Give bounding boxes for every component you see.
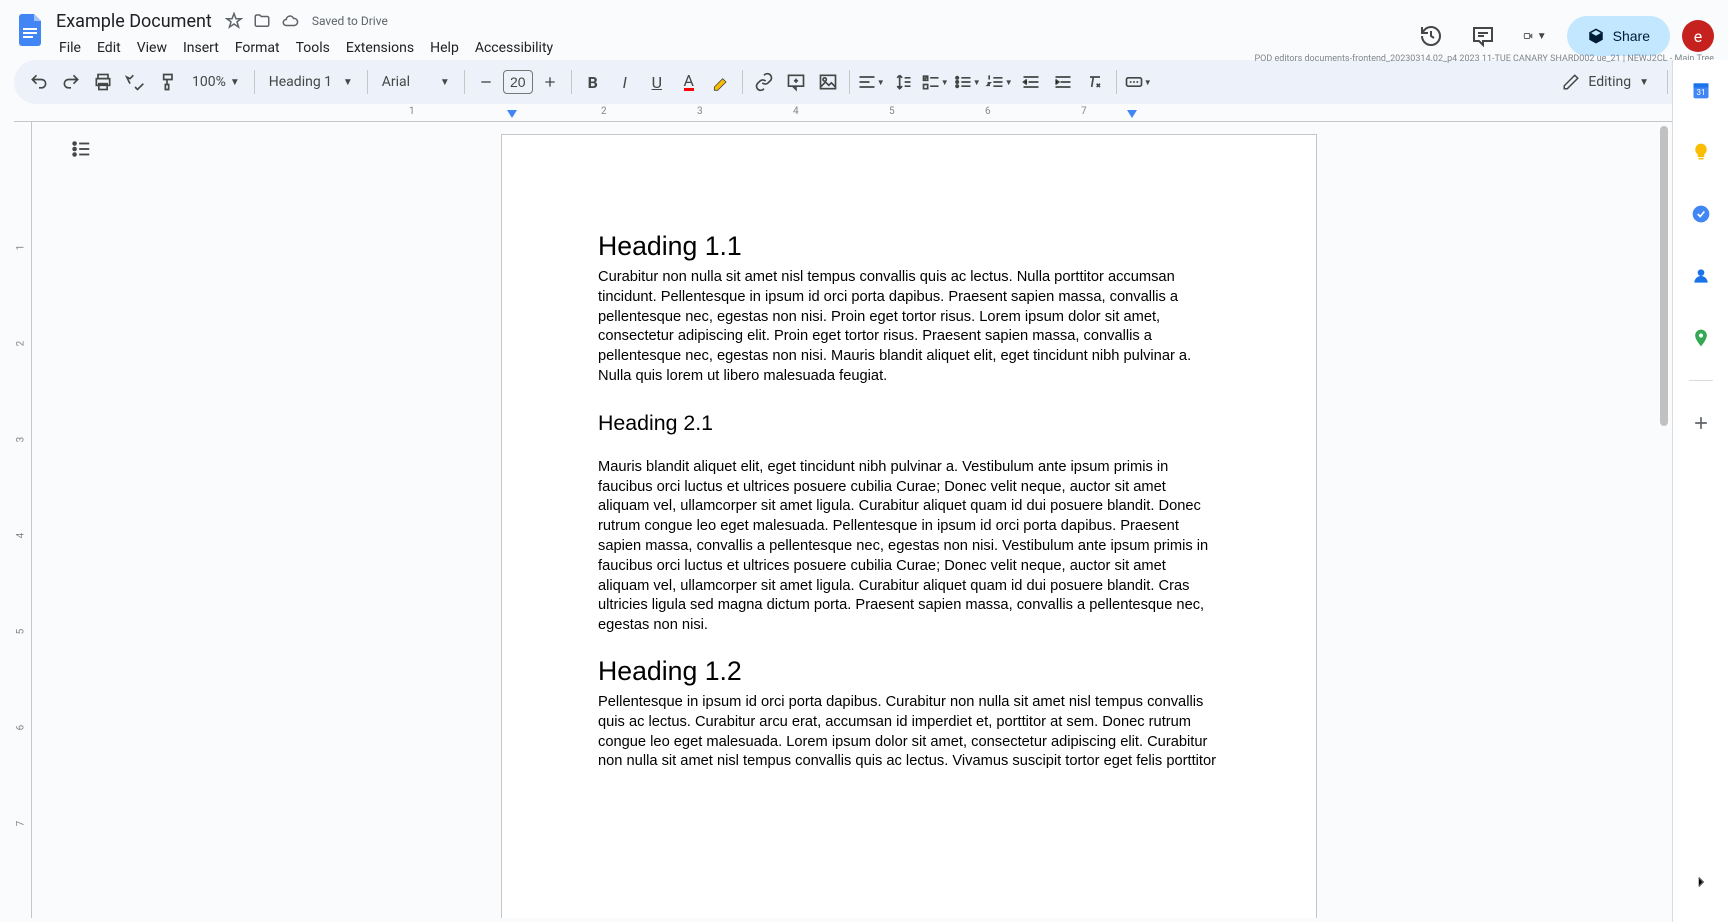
chevron-down-icon: ▼ xyxy=(973,78,981,87)
editing-mode-select[interactable]: Editing ▼ xyxy=(1550,69,1661,95)
checklist-button[interactable]: ▼ xyxy=(920,67,950,97)
hide-side-panel-icon[interactable] xyxy=(1681,862,1721,902)
heading-1[interactable]: Heading 1.2 xyxy=(598,656,1220,687)
chevron-down-icon: ▼ xyxy=(1144,78,1152,87)
menu-help[interactable]: Help xyxy=(423,36,466,60)
body-paragraph[interactable]: Mauris blandit aliquet elit, eget tincid… xyxy=(598,458,1220,636)
ruler-number: 7 xyxy=(1081,106,1087,117)
spellcheck-button[interactable] xyxy=(120,67,150,97)
bold-button[interactable]: B xyxy=(578,67,608,97)
menu-file[interactable]: File xyxy=(52,36,88,60)
comments-icon[interactable] xyxy=(1463,16,1503,56)
highlight-button[interactable] xyxy=(706,67,736,97)
menu-accessibility[interactable]: Accessibility xyxy=(468,36,560,60)
underline-button[interactable]: U xyxy=(642,67,672,97)
vertical-ruler[interactable]: 1 2 3 4 5 6 7 xyxy=(14,122,32,918)
text-color-button[interactable]: A xyxy=(674,67,704,97)
document-title[interactable]: Example Document xyxy=(52,9,216,34)
ruler-number: 3 xyxy=(697,106,703,117)
italic-button[interactable]: I xyxy=(610,67,640,97)
bullet-list-button[interactable]: ▼ xyxy=(952,67,982,97)
font-select[interactable]: Arial ▼ xyxy=(374,70,458,94)
star-icon[interactable] xyxy=(224,11,244,31)
contacts-icon[interactable] xyxy=(1681,256,1721,296)
svg-text:31: 31 xyxy=(1696,88,1705,98)
share-label: Share xyxy=(1613,28,1650,44)
meet-button[interactable]: ▼ xyxy=(1515,16,1555,56)
ruler-number: 5 xyxy=(889,106,895,117)
paragraph-style-select[interactable]: Heading 1 ▼ xyxy=(261,70,361,94)
zoom-value: 100% xyxy=(192,74,226,90)
menu-view[interactable]: View xyxy=(130,36,174,60)
history-icon[interactable] xyxy=(1411,16,1451,56)
chevron-down-icon: ▼ xyxy=(877,78,885,87)
insert-comment-button[interactable] xyxy=(781,67,811,97)
scrollbar[interactable] xyxy=(1660,126,1668,922)
toolbar: 100%▼ Heading 1▼ Arial▼ B I U A ▼ ▼ ▼ ▼ … xyxy=(14,60,1714,104)
cloud-saved-icon[interactable] xyxy=(280,11,300,31)
font-size-increase[interactable] xyxy=(535,67,565,97)
docs-logo[interactable] xyxy=(12,12,48,48)
debug-info: POD editors documents-frontend_20230314.… xyxy=(1255,54,1715,64)
page[interactable]: Heading 1.1 Curabitur non nulla sit amet… xyxy=(501,134,1317,918)
font-size-decrease[interactable] xyxy=(471,67,501,97)
zoom-select[interactable]: 100% ▼ xyxy=(184,70,248,94)
keep-icon[interactable] xyxy=(1681,132,1721,172)
indent-increase-button[interactable] xyxy=(1048,67,1078,97)
chevron-down-icon: ▼ xyxy=(230,77,240,88)
user-avatar[interactable]: e xyxy=(1682,20,1714,52)
undo-button[interactable] xyxy=(24,67,54,97)
editing-mode-label: Editing xyxy=(1588,74,1631,90)
add-addon-icon[interactable] xyxy=(1681,403,1721,443)
insert-image-button[interactable] xyxy=(813,67,843,97)
clear-formatting-button[interactable] xyxy=(1080,67,1110,97)
redo-button[interactable] xyxy=(56,67,86,97)
chevron-down-icon: ▼ xyxy=(440,77,450,88)
print-button[interactable] xyxy=(88,67,118,97)
horizontal-ruler[interactable]: 1 2 3 4 5 6 7 xyxy=(14,104,1714,122)
font-value: Arial xyxy=(382,74,410,90)
maps-icon[interactable] xyxy=(1681,318,1721,358)
chevron-down-icon: ▼ xyxy=(1639,77,1649,88)
chevron-down-icon: ▼ xyxy=(941,78,949,87)
share-button[interactable]: Share xyxy=(1567,16,1670,56)
tasks-icon[interactable] xyxy=(1681,194,1721,234)
menu-insert[interactable]: Insert xyxy=(176,36,226,60)
menu-format[interactable]: Format xyxy=(228,36,287,60)
line-spacing-button[interactable] xyxy=(888,67,918,97)
chevron-down-icon: ▼ xyxy=(1537,31,1547,42)
chevron-down-icon: ▼ xyxy=(1005,78,1013,87)
calendar-icon[interactable]: 31 xyxy=(1681,70,1721,110)
chevron-down-icon: ▼ xyxy=(343,77,353,88)
font-size-input[interactable] xyxy=(503,70,533,94)
ruler-number: 1 xyxy=(409,106,415,117)
insert-link-button[interactable] xyxy=(749,67,779,97)
ruler-number: 4 xyxy=(793,106,799,117)
paint-format-button[interactable] xyxy=(152,67,182,97)
indent-marker-right[interactable] xyxy=(1127,110,1137,120)
saved-status: Saved to Drive xyxy=(312,14,388,28)
ruler-number: 6 xyxy=(985,106,991,117)
menu-edit[interactable]: Edit xyxy=(90,36,128,60)
ruler-number: 2 xyxy=(601,106,607,117)
indent-decrease-button[interactable] xyxy=(1016,67,1046,97)
body-paragraph[interactable]: Curabitur non nulla sit amet nisl tempus… xyxy=(598,268,1220,387)
menu-extensions[interactable]: Extensions xyxy=(339,36,421,60)
body-paragraph[interactable]: Pellentesque in ipsum id orci porta dapi… xyxy=(598,693,1220,772)
move-icon[interactable] xyxy=(252,11,272,31)
input-tools-button[interactable]: ▼ xyxy=(1123,67,1153,97)
document-scroll-area[interactable]: Heading 1.1 Curabitur non nulla sit amet… xyxy=(90,122,1728,918)
align-button[interactable]: ▼ xyxy=(856,67,886,97)
heading-1[interactable]: Heading 1.1 xyxy=(598,231,1220,262)
style-value: Heading 1 xyxy=(269,74,332,90)
menu-tools[interactable]: Tools xyxy=(289,36,337,60)
numbered-list-button[interactable]: ▼ xyxy=(984,67,1014,97)
indent-marker-left[interactable] xyxy=(507,110,517,120)
heading-2[interactable]: Heading 2.1 xyxy=(598,411,1220,436)
side-panel: 31 xyxy=(1672,60,1728,922)
